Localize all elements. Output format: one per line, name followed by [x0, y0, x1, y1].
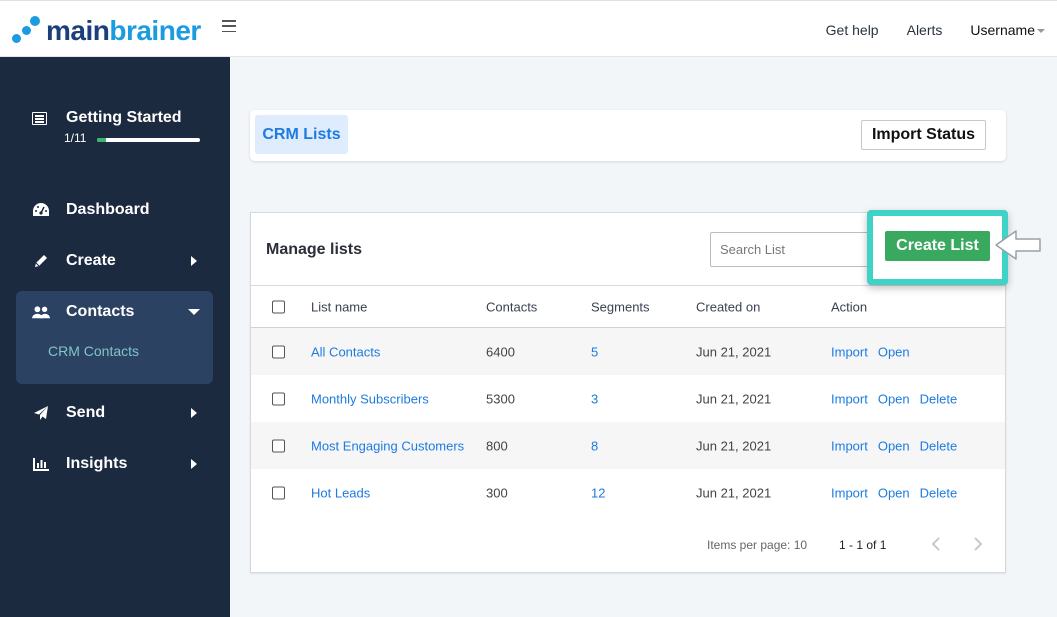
- column-header-segments[interactable]: Segments: [591, 299, 650, 314]
- caret-down-icon: [1037, 28, 1045, 33]
- paper-plane-icon: [32, 405, 50, 421]
- created-on: Jun 21, 2021: [696, 344, 772, 359]
- contacts-count: 300: [486, 485, 508, 500]
- import-status-button[interactable]: Import Status: [861, 120, 986, 150]
- open-link[interactable]: Open: [878, 391, 910, 406]
- created-on: Jun 21, 2021: [696, 485, 772, 500]
- sidebar: Getting Started 1/11 Dashboard Create Co…: [0, 57, 230, 617]
- sidebar-item-label: Create: [66, 252, 116, 269]
- pointer-arrow-icon: [995, 230, 1041, 260]
- delete-link[interactable]: Delete: [920, 438, 958, 453]
- list-name-link[interactable]: Hot Leads: [311, 485, 370, 500]
- chevron-right-icon: [191, 256, 197, 266]
- previous-page-button[interactable]: [927, 534, 947, 554]
- table-row: Monthly Subscribers 5300 3 Jun 21, 2021 …: [251, 375, 1005, 422]
- sidebar-group-contacts: Contacts CRM Contacts: [16, 291, 213, 384]
- users-icon: [32, 304, 50, 320]
- sidebar-item-label: Dashboard: [66, 201, 150, 218]
- row-actions: Import Open Delete: [831, 391, 967, 406]
- username-label: Username: [970, 21, 1035, 38]
- contacts-count: 5300: [486, 391, 515, 406]
- import-link[interactable]: Import: [831, 438, 868, 453]
- sidebar-item-send[interactable]: Send: [16, 392, 213, 434]
- dashboard-gauge-icon: [32, 202, 50, 218]
- chevron-left-icon: [931, 537, 940, 551]
- search-list-input[interactable]: [710, 232, 880, 267]
- import-link[interactable]: Import: [831, 344, 868, 359]
- sidebar-item-label: Contacts: [66, 303, 135, 320]
- open-link[interactable]: Open: [878, 344, 910, 359]
- column-header-contacts[interactable]: Contacts: [486, 299, 537, 314]
- getting-started-progress: [97, 138, 200, 142]
- sidebar-item-label: Send: [66, 404, 106, 421]
- progress-fill: [97, 138, 107, 142]
- sidebar-item-contacts[interactable]: Contacts: [16, 291, 213, 333]
- list-name-link[interactable]: Monthly Subscribers: [311, 391, 429, 406]
- table-header: List name Contacts Segments Created on A…: [251, 285, 1005, 328]
- list-icon: [32, 112, 47, 125]
- chevron-right-icon: [191, 459, 197, 469]
- manage-lists-title: Manage lists: [266, 241, 363, 258]
- row-checkbox[interactable]: [272, 392, 285, 405]
- contacts-count: 800: [486, 438, 508, 453]
- top-bar: mainbrainer Get help Alerts Username: [0, 0, 1057, 57]
- segments-link[interactable]: 3: [591, 391, 598, 406]
- table-row: All Contacts 6400 5 Jun 21, 2021 Import O…: [251, 328, 1005, 375]
- row-actions: Import Open Delete: [831, 438, 967, 453]
- open-link[interactable]: Open: [878, 485, 910, 500]
- next-page-button[interactable]: [967, 534, 987, 554]
- sidebar-subitem-crm-contacts[interactable]: CRM Contacts: [48, 343, 139, 359]
- created-on: Jun 21, 2021: [696, 391, 772, 406]
- pencil-icon: [32, 253, 50, 269]
- segments-link[interactable]: 8: [591, 438, 598, 453]
- hamburger-icon[interactable]: [222, 20, 236, 32]
- bar-chart-icon: [32, 456, 50, 472]
- contacts-count: 6400: [486, 344, 515, 359]
- created-on: Jun 21, 2021: [696, 438, 772, 453]
- chevron-right-icon: [974, 537, 983, 551]
- list-name-link[interactable]: All Contacts: [311, 344, 380, 359]
- row-actions: Import Open Delete: [831, 485, 967, 500]
- column-header-list-name[interactable]: List name: [311, 299, 367, 314]
- sidebar-item-label: Insights: [66, 455, 128, 472]
- sidebar-item-create[interactable]: Create: [16, 240, 213, 282]
- table-row: Most Engaging Customers 800 8 Jun 21, 20…: [251, 422, 1005, 469]
- create-list-button[interactable]: Create List: [885, 231, 990, 261]
- segments-link[interactable]: 5: [591, 344, 598, 359]
- table-row: Hot Leads 300 12 Jun 21, 2021 Import Open…: [251, 469, 1005, 516]
- get-help-link[interactable]: Get help: [826, 22, 879, 38]
- getting-started-title: Getting Started: [66, 109, 182, 126]
- select-all-checkbox[interactable]: [272, 300, 285, 313]
- tabs-card: CRM Lists Import Status: [250, 110, 1006, 161]
- row-checkbox[interactable]: [272, 439, 285, 452]
- import-link[interactable]: Import: [831, 391, 868, 406]
- import-link[interactable]: Import: [831, 485, 868, 500]
- sidebar-item-dashboard[interactable]: Dashboard: [16, 189, 213, 231]
- row-checkbox[interactable]: [272, 486, 285, 499]
- alerts-link[interactable]: Alerts: [907, 22, 943, 38]
- segments-link[interactable]: 12: [591, 485, 605, 500]
- items-per-page[interactable]: Items per page: 10: [707, 538, 807, 552]
- create-list-highlight: Create List: [867, 210, 1008, 285]
- username-dropdown[interactable]: Username: [970, 22, 1045, 38]
- list-name-link[interactable]: Most Engaging Customers: [311, 438, 464, 453]
- sidebar-item-insights[interactable]: Insights: [16, 443, 213, 485]
- row-checkbox[interactable]: [272, 345, 285, 358]
- getting-started-count: 1/11: [64, 131, 87, 145]
- top-nav: Get help Alerts Username: [798, 1, 1045, 58]
- delete-link[interactable]: Delete: [920, 485, 958, 500]
- chevron-right-icon: [191, 408, 197, 418]
- column-header-action: Action: [831, 299, 868, 314]
- logo-dots-icon: [10, 16, 42, 46]
- page-range: 1 - 1 of 1: [839, 538, 887, 552]
- mainbrainer-logo[interactable]: mainbrainer: [10, 15, 201, 47]
- column-header-created-on[interactable]: Created on: [696, 299, 760, 314]
- pagination: Items per page: 10 1 - 1 of 1: [251, 528, 1005, 560]
- logo-text: mainbrainer: [46, 15, 201, 46]
- delete-link[interactable]: Delete: [920, 391, 958, 406]
- tab-crm-lists[interactable]: CRM Lists: [255, 115, 348, 154]
- open-link[interactable]: Open: [878, 438, 910, 453]
- row-actions: Import Open: [831, 344, 920, 359]
- chevron-down-icon: [188, 309, 200, 315]
